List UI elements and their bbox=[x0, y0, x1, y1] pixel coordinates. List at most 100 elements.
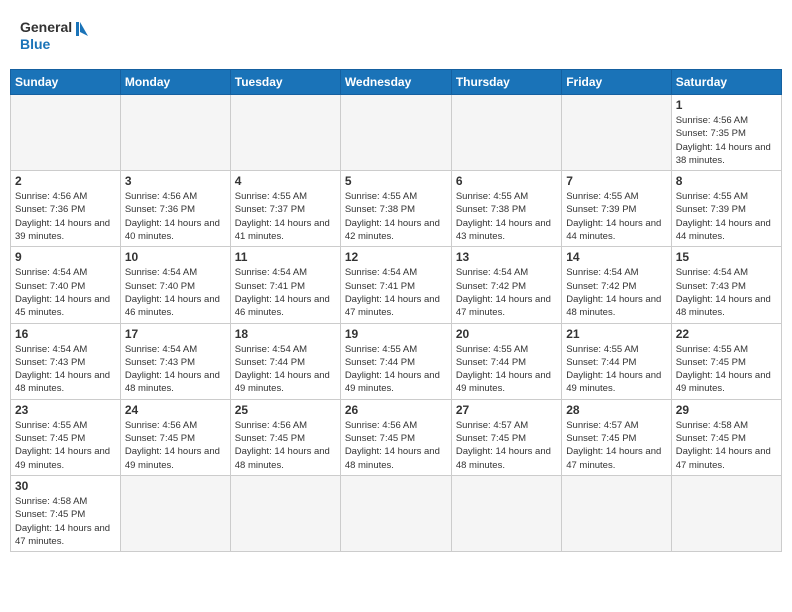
calendar-day-cell bbox=[340, 475, 451, 551]
calendar-day-cell: 20 Sunrise: 4:55 AM Sunset: 7:44 PM Dayli… bbox=[451, 323, 561, 399]
day-of-week-header: Saturday bbox=[671, 70, 781, 95]
svg-text:Blue: Blue bbox=[20, 36, 51, 52]
day-info: Sunrise: 4:56 AM Sunset: 7:45 PM Dayligh… bbox=[235, 419, 336, 472]
calendar-day-cell: 23 Sunrise: 4:55 AM Sunset: 7:45 PM Dayli… bbox=[11, 399, 121, 475]
logo: General Blue bbox=[18, 14, 88, 59]
day-info: Sunrise: 4:56 AM Sunset: 7:36 PM Dayligh… bbox=[125, 190, 226, 243]
day-number: 3 bbox=[125, 174, 226, 188]
day-info: Sunrise: 4:55 AM Sunset: 7:38 PM Dayligh… bbox=[345, 190, 447, 243]
day-number: 15 bbox=[676, 250, 777, 264]
calendar-day-cell bbox=[11, 95, 121, 171]
day-number: 29 bbox=[676, 403, 777, 417]
day-info: Sunrise: 4:55 AM Sunset: 7:44 PM Dayligh… bbox=[345, 343, 447, 396]
svg-text:General: General bbox=[20, 19, 72, 35]
calendar-week-row: 23 Sunrise: 4:55 AM Sunset: 7:45 PM Dayli… bbox=[11, 399, 782, 475]
day-number: 8 bbox=[676, 174, 777, 188]
day-info: Sunrise: 4:54 AM Sunset: 7:40 PM Dayligh… bbox=[15, 266, 116, 319]
day-number: 28 bbox=[566, 403, 666, 417]
calendar-day-cell: 4 Sunrise: 4:55 AM Sunset: 7:37 PM Daylig… bbox=[230, 171, 340, 247]
calendar-day-cell: 22 Sunrise: 4:55 AM Sunset: 7:45 PM Dayli… bbox=[671, 323, 781, 399]
day-info: Sunrise: 4:57 AM Sunset: 7:45 PM Dayligh… bbox=[566, 419, 666, 472]
calendar-day-cell: 1Sunrise: 4:56 AM Sunset: 7:35 PM Daylig… bbox=[671, 95, 781, 171]
calendar-day-cell: 14 Sunrise: 4:54 AM Sunset: 7:42 PM Dayli… bbox=[562, 247, 671, 323]
calendar-table: SundayMondayTuesdayWednesdayThursdayFrid… bbox=[10, 69, 782, 552]
day-info: Sunrise: 4:56 AM Sunset: 7:45 PM Dayligh… bbox=[345, 419, 447, 472]
calendar-week-row: 30 Sunrise: 4:58 AM Sunset: 7:45 PM Dayli… bbox=[11, 475, 782, 551]
calendar-day-cell: 10Sunrise: 4:54 AM Sunset: 7:40 PM Dayli… bbox=[120, 247, 230, 323]
day-info: Sunrise: 4:56 AM Sunset: 7:35 PM Dayligh… bbox=[676, 114, 777, 167]
day-number: 24 bbox=[125, 403, 226, 417]
day-info: Sunrise: 4:55 AM Sunset: 7:37 PM Dayligh… bbox=[235, 190, 336, 243]
calendar-day-cell: 24Sunrise: 4:56 AM Sunset: 7:45 PM Dayli… bbox=[120, 399, 230, 475]
day-info: Sunrise: 4:55 AM Sunset: 7:39 PM Dayligh… bbox=[676, 190, 777, 243]
day-info: Sunrise: 4:54 AM Sunset: 7:43 PM Dayligh… bbox=[676, 266, 777, 319]
calendar-day-cell bbox=[230, 475, 340, 551]
calendar-day-cell: 28 Sunrise: 4:57 AM Sunset: 7:45 PM Dayli… bbox=[562, 399, 671, 475]
day-number: 18 bbox=[235, 327, 336, 341]
calendar-day-cell bbox=[451, 475, 561, 551]
calendar-day-cell: 9 Sunrise: 4:54 AM Sunset: 7:40 PM Daylig… bbox=[11, 247, 121, 323]
calendar-day-cell: 17Sunrise: 4:54 AM Sunset: 7:43 PM Dayli… bbox=[120, 323, 230, 399]
calendar-day-cell bbox=[120, 95, 230, 171]
day-number: 2 bbox=[15, 174, 116, 188]
day-number: 27 bbox=[456, 403, 557, 417]
day-number: 16 bbox=[15, 327, 116, 341]
day-number: 21 bbox=[566, 327, 666, 341]
calendar-day-cell bbox=[340, 95, 451, 171]
day-number: 13 bbox=[456, 250, 557, 264]
day-number: 22 bbox=[676, 327, 777, 341]
day-info: Sunrise: 4:55 AM Sunset: 7:39 PM Dayligh… bbox=[566, 190, 666, 243]
calendar-day-cell: 30 Sunrise: 4:58 AM Sunset: 7:45 PM Dayli… bbox=[11, 475, 121, 551]
day-of-week-header: Friday bbox=[562, 70, 671, 95]
calendar-day-cell: 7 Sunrise: 4:55 AM Sunset: 7:39 PM Daylig… bbox=[562, 171, 671, 247]
day-info: Sunrise: 4:55 AM Sunset: 7:44 PM Dayligh… bbox=[566, 343, 666, 396]
day-number: 19 bbox=[345, 327, 447, 341]
calendar-day-cell: 15 Sunrise: 4:54 AM Sunset: 7:43 PM Dayli… bbox=[671, 247, 781, 323]
day-number: 23 bbox=[15, 403, 116, 417]
calendar-day-cell bbox=[562, 95, 671, 171]
calendar-day-cell: 29 Sunrise: 4:58 AM Sunset: 7:45 PM Dayli… bbox=[671, 399, 781, 475]
calendar-day-cell: 26 Sunrise: 4:56 AM Sunset: 7:45 PM Dayli… bbox=[340, 399, 451, 475]
day-number: 26 bbox=[345, 403, 447, 417]
day-number: 25 bbox=[235, 403, 336, 417]
day-number: 6 bbox=[456, 174, 557, 188]
day-of-week-header: Tuesday bbox=[230, 70, 340, 95]
calendar-day-cell bbox=[120, 475, 230, 551]
day-info: Sunrise: 4:54 AM Sunset: 7:41 PM Dayligh… bbox=[345, 266, 447, 319]
day-number: 4 bbox=[235, 174, 336, 188]
calendar-day-cell bbox=[230, 95, 340, 171]
calendar-day-cell: 16Sunrise: 4:54 AM Sunset: 7:43 PM Dayli… bbox=[11, 323, 121, 399]
calendar-day-cell: 5Sunrise: 4:55 AM Sunset: 7:38 PM Daylig… bbox=[340, 171, 451, 247]
calendar-day-cell bbox=[562, 475, 671, 551]
calendar-week-row: 2 Sunrise: 4:56 AM Sunset: 7:36 PM Daylig… bbox=[11, 171, 782, 247]
day-info: Sunrise: 4:55 AM Sunset: 7:38 PM Dayligh… bbox=[456, 190, 557, 243]
calendar-day-cell: 6 Sunrise: 4:55 AM Sunset: 7:38 PM Daylig… bbox=[451, 171, 561, 247]
day-number: 20 bbox=[456, 327, 557, 341]
day-number: 11 bbox=[235, 250, 336, 264]
generalblue-logo: General Blue bbox=[18, 14, 88, 59]
calendar-week-row: 1Sunrise: 4:56 AM Sunset: 7:35 PM Daylig… bbox=[11, 95, 782, 171]
calendar-day-cell: 18Sunrise: 4:54 AM Sunset: 7:44 PM Dayli… bbox=[230, 323, 340, 399]
day-info: Sunrise: 4:58 AM Sunset: 7:45 PM Dayligh… bbox=[676, 419, 777, 472]
calendar-day-cell: 21 Sunrise: 4:55 AM Sunset: 7:44 PM Dayli… bbox=[562, 323, 671, 399]
calendar-day-cell: 3 Sunrise: 4:56 AM Sunset: 7:36 PM Daylig… bbox=[120, 171, 230, 247]
day-info: Sunrise: 4:54 AM Sunset: 7:42 PM Dayligh… bbox=[456, 266, 557, 319]
day-number: 7 bbox=[566, 174, 666, 188]
day-of-week-header: Monday bbox=[120, 70, 230, 95]
day-of-week-header: Sunday bbox=[11, 70, 121, 95]
calendar-day-cell: 2Sunrise: 4:56 AM Sunset: 7:36 PM Daylig… bbox=[11, 171, 121, 247]
day-number: 10 bbox=[125, 250, 226, 264]
day-number: 9 bbox=[15, 250, 116, 264]
day-number: 30 bbox=[15, 479, 116, 493]
day-info: Sunrise: 4:58 AM Sunset: 7:45 PM Dayligh… bbox=[15, 495, 116, 548]
day-number: 14 bbox=[566, 250, 666, 264]
calendar-day-cell: 19 Sunrise: 4:55 AM Sunset: 7:44 PM Dayli… bbox=[340, 323, 451, 399]
day-of-week-header: Thursday bbox=[451, 70, 561, 95]
day-info: Sunrise: 4:55 AM Sunset: 7:45 PM Dayligh… bbox=[676, 343, 777, 396]
day-info: Sunrise: 4:54 AM Sunset: 7:42 PM Dayligh… bbox=[566, 266, 666, 319]
day-info: Sunrise: 4:57 AM Sunset: 7:45 PM Dayligh… bbox=[456, 419, 557, 472]
page-header: General Blue bbox=[10, 10, 782, 63]
day-info: Sunrise: 4:55 AM Sunset: 7:44 PM Dayligh… bbox=[456, 343, 557, 396]
calendar-day-cell: 12Sunrise: 4:54 AM Sunset: 7:41 PM Dayli… bbox=[340, 247, 451, 323]
day-info: Sunrise: 4:55 AM Sunset: 7:45 PM Dayligh… bbox=[15, 419, 116, 472]
